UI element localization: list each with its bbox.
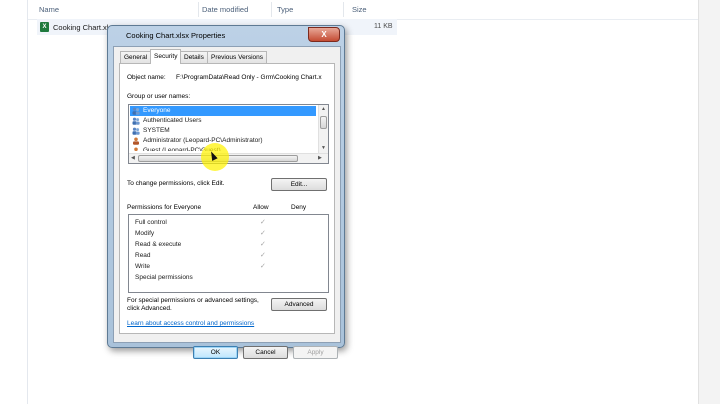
excel-file-icon: X [40, 22, 49, 32]
permission-label: Full control [135, 219, 167, 226]
navigation-pane [0, 0, 28, 404]
list-item-authenticated-users[interactable]: Authenticated Users [130, 116, 316, 126]
cancel-button[interactable]: Cancel [243, 346, 288, 359]
scroll-down-icon[interactable]: ▼ [321, 145, 326, 151]
column-headers: Name Date modified Type Size [28, 0, 698, 20]
permission-write: Write ✓ [135, 263, 325, 274]
column-divider [271, 2, 272, 17]
permission-modify: Modify ✓ [135, 230, 325, 241]
column-divider [343, 2, 344, 17]
allow-check-icon: ✓ [260, 252, 266, 259]
list-item-everyone[interactable]: Everyone [130, 106, 316, 116]
list-item-label: Authenticated Users [143, 117, 202, 124]
object-name-label: Object name: [127, 74, 166, 81]
advanced-button[interactable]: Advanced [271, 298, 327, 311]
permission-label: Modify [135, 230, 155, 237]
tab-previous-versions[interactable]: Previous Versions [207, 51, 268, 63]
column-name[interactable]: Name [39, 5, 59, 14]
permissions-for-label: Permissions for Everyone [127, 204, 202, 211]
users-icon [132, 127, 140, 135]
object-name-value: F:\ProgramData\Read Only - Grm\Cooking C… [176, 74, 322, 81]
learn-access-control-link[interactable]: Learn about access control and permissio… [127, 320, 254, 327]
permission-read-execute: Read & execute ✓ [135, 241, 325, 252]
list-item-label: Everyone [143, 107, 171, 114]
tab-security[interactable]: Security [150, 49, 182, 64]
list-item-label: Administrator (Leopard-PC\Administrator) [143, 137, 263, 144]
click-advanced-text: click Advanced. [127, 305, 172, 312]
tab-details[interactable]: Details [180, 51, 208, 63]
apply-button[interactable]: Apply [293, 346, 338, 359]
column-divider [198, 2, 199, 17]
column-type[interactable]: Type [277, 5, 293, 14]
list-item-system[interactable]: SYSTEM [130, 126, 316, 136]
deny-column-header: Deny [291, 204, 307, 211]
permission-read: Read ✓ [135, 252, 325, 263]
permission-label: Read & execute [135, 241, 182, 248]
permission-full-control: Full control ✓ [135, 219, 325, 230]
dialog-body: General Security Details Previous Versio… [113, 46, 341, 359]
explorer-scrollbar[interactable] [698, 0, 720, 404]
list-item-label: SYSTEM [143, 127, 170, 134]
scroll-up-icon[interactable]: ▲ [321, 106, 326, 112]
users-icon [132, 107, 140, 115]
scroll-left-icon[interactable]: ◀ [131, 155, 135, 161]
allow-check-icon: ✓ [260, 219, 266, 226]
close-button[interactable]: X [308, 27, 340, 42]
permission-special: Special permissions [135, 274, 325, 285]
special-permissions-text: For special permissions or advanced sett… [127, 297, 259, 304]
tab-general[interactable]: General [120, 51, 152, 63]
ok-button[interactable]: OK [193, 346, 238, 359]
allow-check-icon: ✓ [260, 230, 266, 237]
scroll-right-icon[interactable]: ▶ [318, 155, 322, 161]
allow-check-icon: ✓ [260, 263, 266, 270]
file-size: 11 KB [374, 23, 393, 30]
permissions-list: Full control ✓ Modify ✓ Read & execute ✓… [128, 214, 329, 293]
properties-dialog: Cooking Chart.xlsx Properties X General … [107, 25, 345, 359]
change-permissions-text: To change permissions, click Edit. [127, 180, 225, 187]
permission-label: Write [135, 263, 151, 270]
column-date-modified[interactable]: Date modified [202, 5, 248, 14]
groups-label: Group or user names: [127, 93, 191, 100]
list-item-administrator[interactable]: Administrator (Leopard-PC\Administrator) [130, 136, 316, 146]
dialog-title: Cooking Chart.xlsx Properties [126, 31, 226, 40]
permission-label: Special permissions [135, 274, 193, 281]
allow-check-icon: ✓ [260, 241, 266, 248]
list-vertical-scrollbar[interactable]: ▲ ▼ [318, 105, 328, 154]
allow-column-header: Allow [253, 204, 269, 211]
security-tab-panel: Object name: F:\ProgramData\Read Only - … [119, 63, 335, 334]
scroll-thumb[interactable] [320, 116, 327, 129]
edit-button[interactable]: Edit... [271, 178, 327, 191]
user-icon [133, 137, 139, 145]
permission-label: Read [135, 252, 151, 259]
users-icon [132, 117, 140, 125]
column-size[interactable]: Size [352, 5, 367, 14]
